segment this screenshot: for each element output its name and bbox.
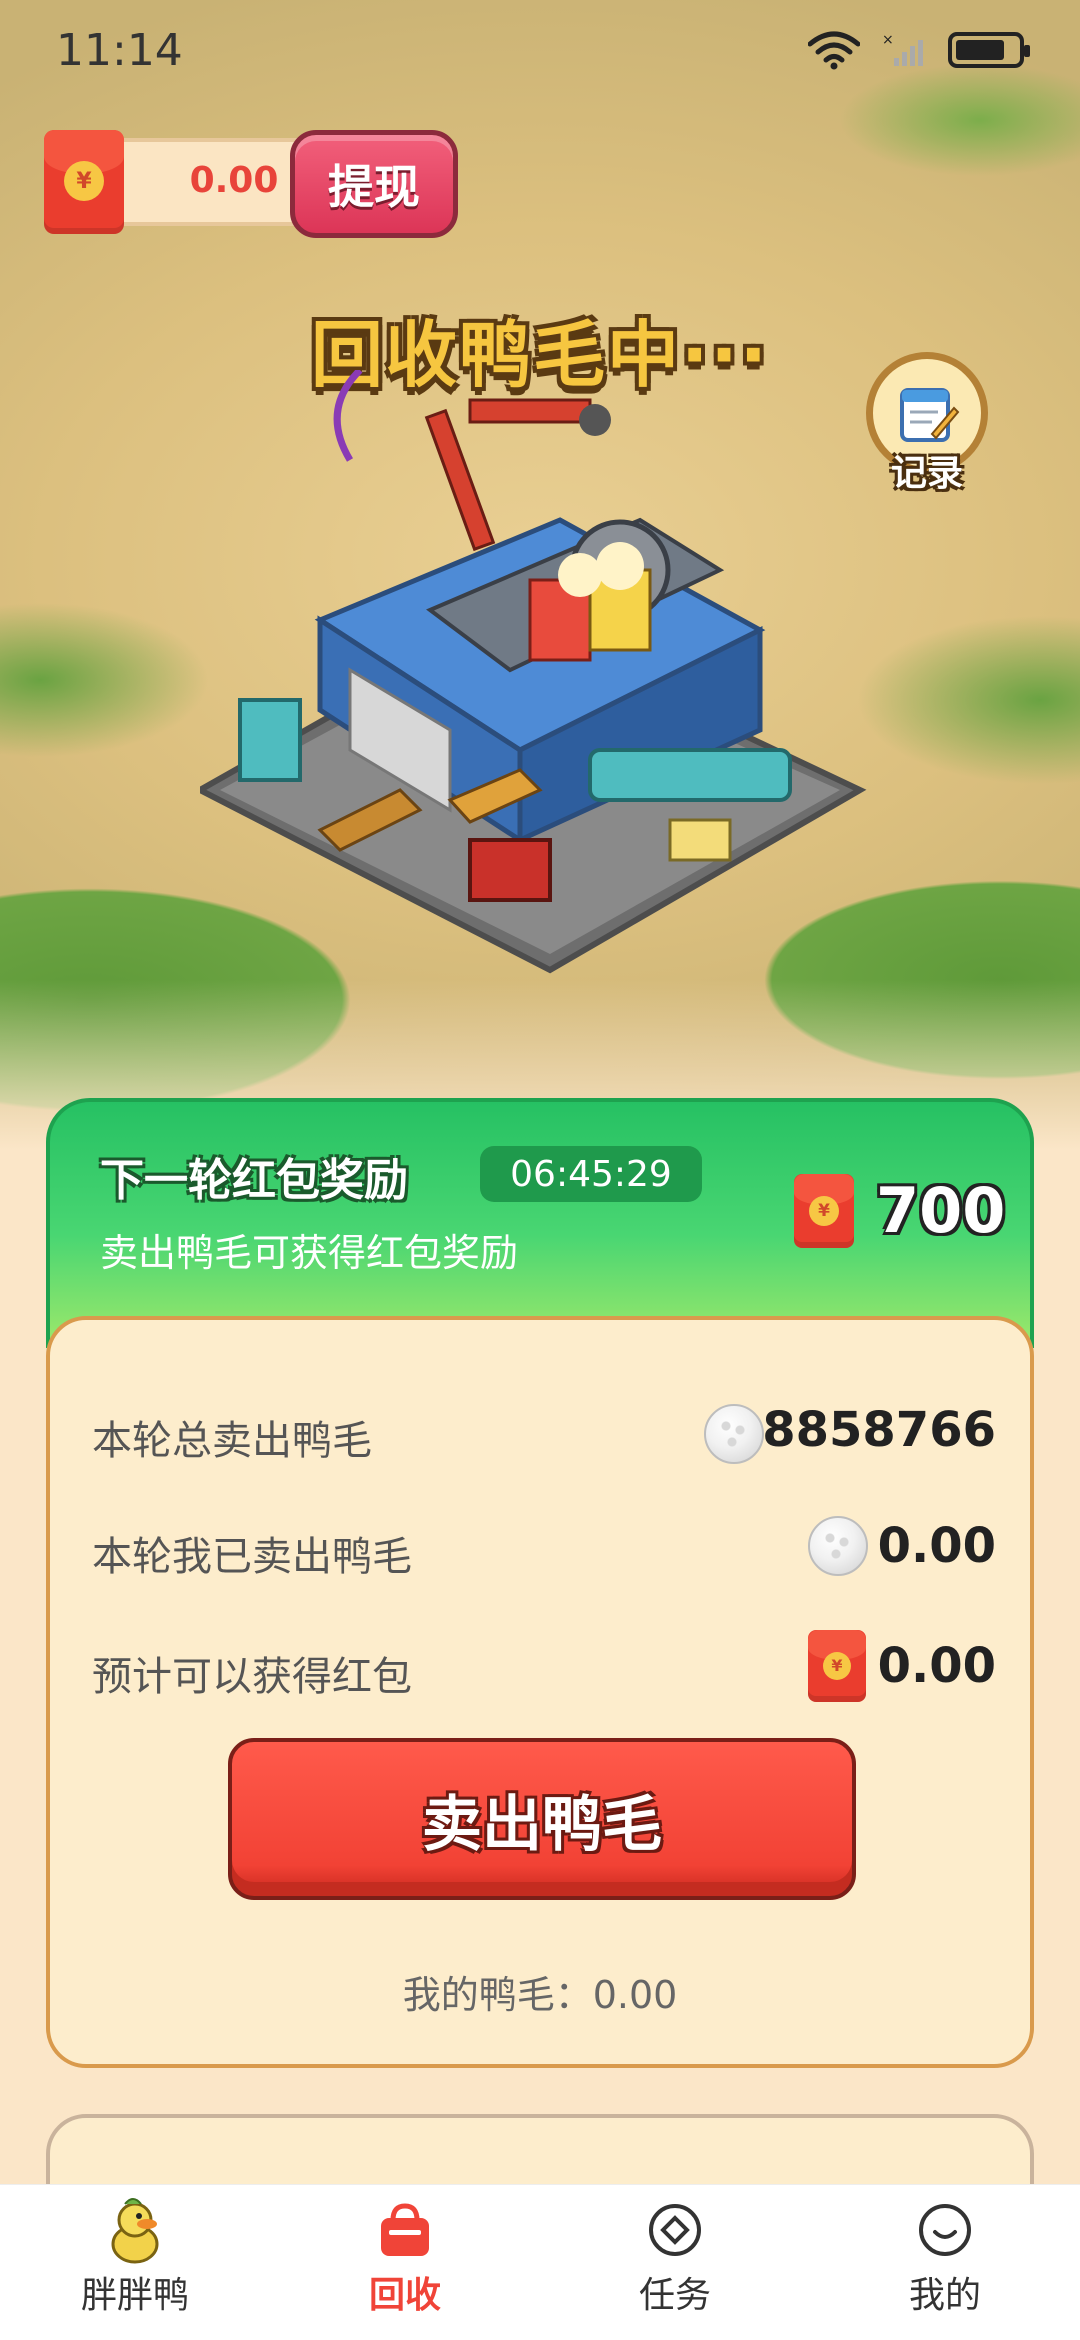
bag-icon bbox=[373, 2198, 437, 2262]
balance-widget: ¥ 0.00 提现 bbox=[44, 130, 458, 238]
stat-value: 0.00 bbox=[877, 1638, 996, 1694]
stat-label: 本轮我已卖出鸭毛 bbox=[92, 1534, 412, 1580]
balance-value: 0.00 bbox=[189, 160, 279, 201]
target-icon bbox=[643, 2198, 707, 2262]
my-feathers-text: 我的鸭毛：0.00 bbox=[402, 1973, 678, 2017]
stat-value: 0.00 bbox=[877, 1518, 996, 1574]
wifi-icon bbox=[808, 31, 860, 70]
stat-value: 8858766 bbox=[762, 1402, 996, 1458]
factory-illustration bbox=[200, 370, 867, 974]
nav-label: 回收 bbox=[368, 2275, 441, 2316]
stat-row-expected-reward: 预计可以获得红包 ¥ 0.00 bbox=[92, 1626, 996, 1706]
records-label: 记录 bbox=[890, 453, 963, 494]
nav-label: 胖胖鸭 bbox=[80, 2275, 189, 2316]
stats-card: 本轮总卖出鸭毛 8858766 本轮我已卖出鸭毛 0.00 预计可以获得红包 ¥… bbox=[46, 1316, 1034, 2068]
svg-text:×: × bbox=[882, 32, 894, 48]
status-icons: × bbox=[808, 30, 1030, 70]
red-envelope-icon: ¥ bbox=[44, 130, 124, 234]
nav-label: 我的 bbox=[908, 2275, 981, 2316]
duck-icon bbox=[103, 2198, 167, 2264]
sell-feathers-button[interactable]: 卖出鸭毛 bbox=[228, 1738, 856, 1900]
nav-item-mine[interactable]: 我的 bbox=[810, 2185, 1080, 2340]
battery-icon bbox=[948, 32, 1030, 68]
countdown-timer: 06:45:29 bbox=[480, 1146, 702, 1202]
nav-item-tasks[interactable]: 任务 bbox=[540, 2185, 810, 2340]
notepad-icon bbox=[900, 388, 960, 442]
nav-item-duck[interactable]: 胖胖鸭 bbox=[0, 2185, 270, 2340]
red-envelope-icon: ¥ bbox=[808, 1630, 866, 1702]
withdraw-button[interactable]: 提现 bbox=[290, 130, 458, 238]
reward-subtitle: 卖出鸭毛可获得红包奖励 bbox=[100, 1231, 519, 1275]
records-button[interactable]: 记录 bbox=[862, 352, 992, 502]
bottom-nav: 胖胖鸭 回收 任务 我的 bbox=[0, 2184, 1080, 2340]
nav-label: 任务 bbox=[638, 2275, 711, 2316]
stat-row-my-sold: 本轮我已卖出鸭毛 0.00 bbox=[92, 1506, 996, 1586]
stat-label: 预计可以获得红包 bbox=[92, 1654, 412, 1700]
feather-ball-icon bbox=[808, 1516, 868, 1576]
nav-item-recycle[interactable]: 回收 bbox=[270, 2185, 540, 2340]
reward-title: 下一轮红包奖励 bbox=[100, 1155, 408, 1206]
stat-label: 本轮总卖出鸭毛 bbox=[92, 1418, 372, 1464]
stat-row-total-sold: 本轮总卖出鸭毛 8858766 bbox=[92, 1390, 996, 1470]
status-bar: 11:14 × bbox=[0, 0, 1080, 100]
red-envelope-icon: ¥ bbox=[794, 1174, 854, 1248]
reward-amount: 700 bbox=[876, 1174, 1006, 1247]
signal-icon: × bbox=[882, 32, 923, 66]
feather-ball-icon bbox=[704, 1404, 764, 1464]
reward-header: 下一轮红包奖励 06:45:29 卖出鸭毛可获得红包奖励 ¥ 700 bbox=[46, 1098, 1034, 1348]
smile-icon bbox=[913, 2198, 977, 2262]
status-time: 11:14 bbox=[56, 24, 183, 76]
